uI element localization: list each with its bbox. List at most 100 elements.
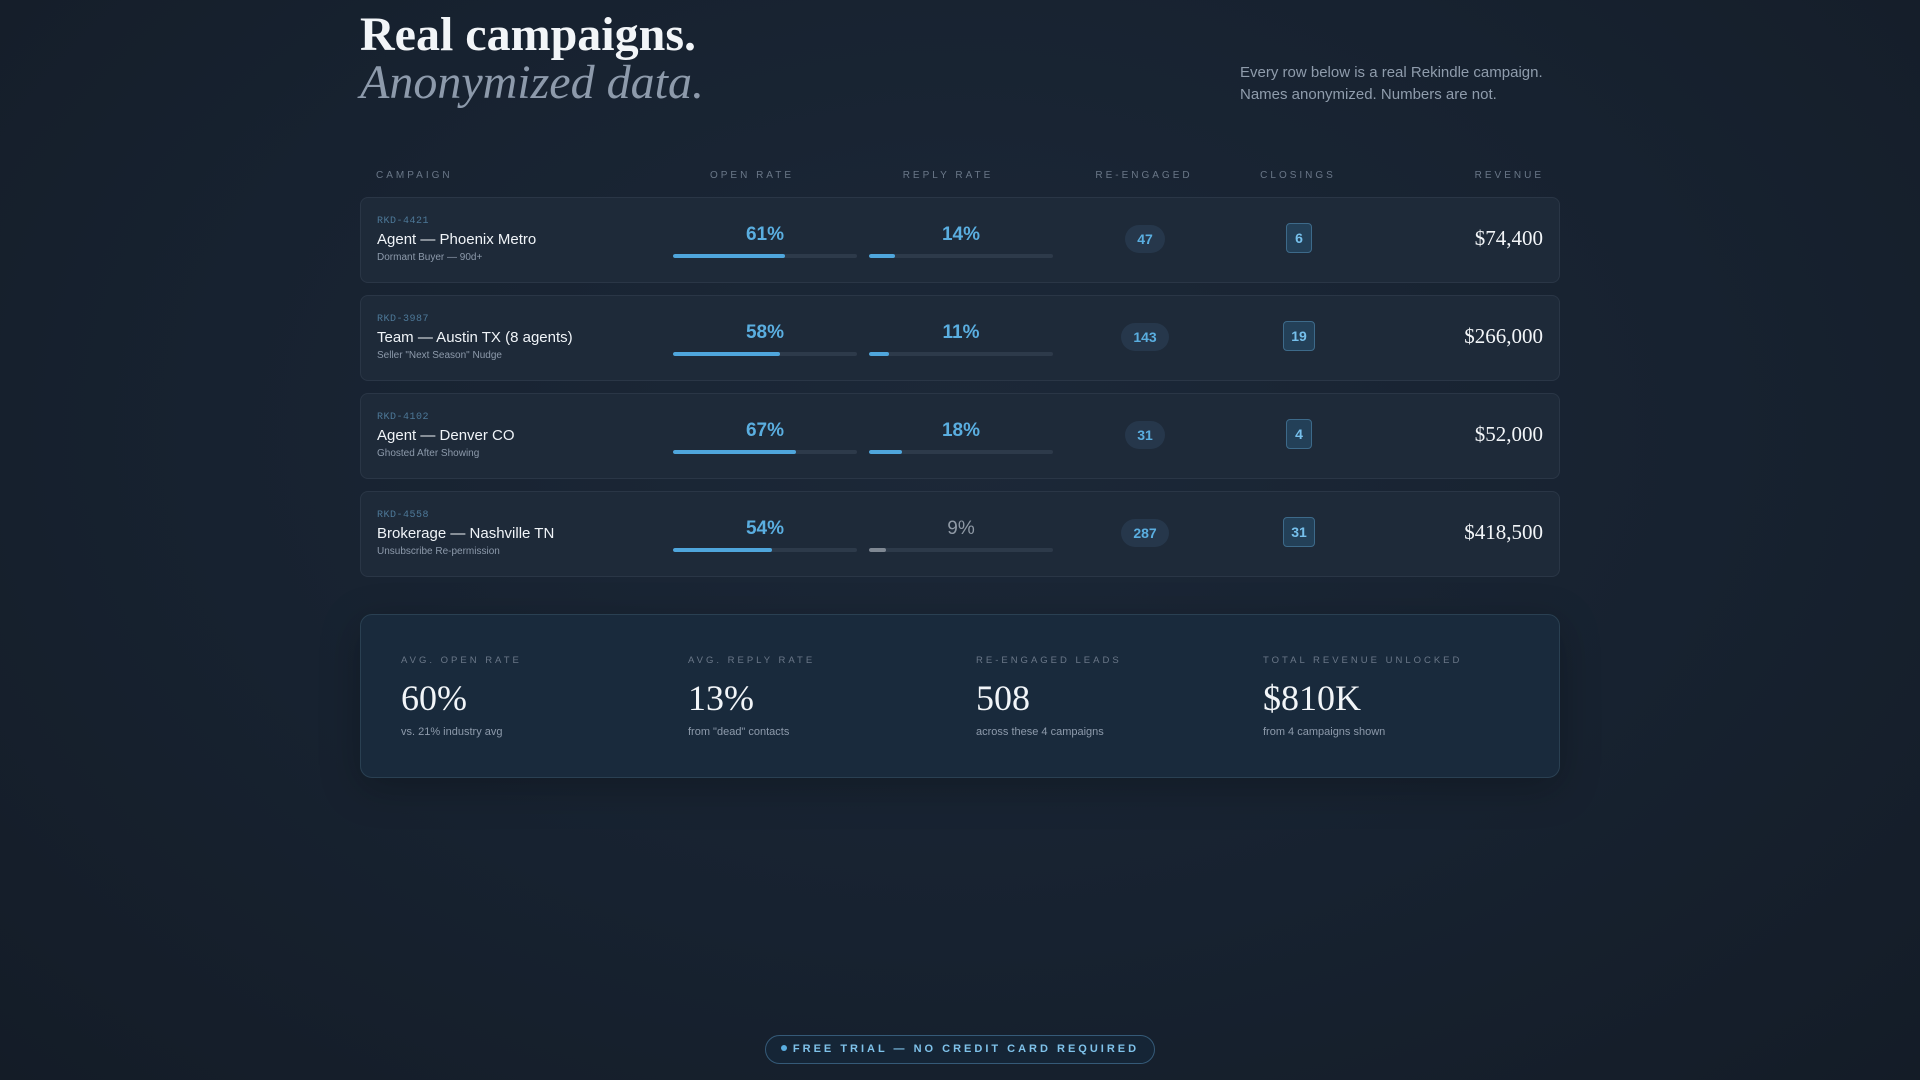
stat-value: 60% <box>401 678 467 718</box>
reply-rate-bar-fill <box>869 352 890 356</box>
open-rate-bar <box>673 548 857 552</box>
header-re-engaged: RE-ENGAGED <box>1095 170 1193 181</box>
reply-rate-bar-fill <box>869 548 886 552</box>
reply-rate-bar <box>869 352 1053 356</box>
closings-badge: 19 <box>1283 321 1315 351</box>
stat-label: AVG. OPEN RATE <box>401 655 522 666</box>
free-trial-label: FREE TRIAL — NO CREDIT CARD REQUIRED <box>792 1043 1140 1055</box>
campaign-id: RKD-3987 <box>377 314 430 325</box>
campaign-id: RKD-4558 <box>377 510 430 521</box>
re-engaged-cell: 31 <box>1065 394 1225 480</box>
hero-description-line: Names anonymized. Numbers are not. <box>1240 86 1497 103</box>
open-rate-bar <box>673 254 857 258</box>
campaign-type: Ghosted After Showing <box>377 448 480 459</box>
status-dot-icon <box>780 1045 787 1052</box>
stat-label: RE-ENGAGED LEADS <box>976 655 1122 666</box>
open-rate-bar-fill <box>673 548 773 552</box>
closings-cell: 31 <box>1219 492 1379 578</box>
open-rate-metric: 58% <box>673 322 857 362</box>
header-campaign: CAMPAIGN <box>376 170 453 181</box>
revenue-value: $418,500 <box>1464 520 1543 544</box>
reply-rate-value: 9% <box>947 518 975 539</box>
re-engaged-cell: 143 <box>1065 296 1225 382</box>
re-engaged-badge: 143 <box>1121 323 1169 351</box>
closings-cell: 6 <box>1219 198 1379 284</box>
hero-title: Real campaigns. <box>360 8 696 61</box>
hero-description: Every row below is a real Rekindle campa… <box>1240 62 1560 106</box>
campaign-type: Seller "Next Season" Nudge <box>377 350 502 361</box>
closings-badge: 31 <box>1283 517 1315 547</box>
revenue-value: $52,000 <box>1474 422 1543 446</box>
page-container: Real campaigns. Anonymized data. Every r… <box>360 0 1560 1080</box>
open-rate-bar-fill <box>673 352 780 356</box>
open-rate-bar-fill <box>673 254 786 258</box>
re-engaged-cell: 47 <box>1065 198 1225 284</box>
reply-rate-metric: 18% <box>869 420 1053 460</box>
revenue-value: $74,400 <box>1474 226 1543 250</box>
summary-panel: AVG. OPEN RATE 60% vs. 21% industry avg … <box>360 614 1560 778</box>
header-open-rate: OPEN RATE <box>709 170 795 181</box>
re-engaged-badge: 47 <box>1125 225 1165 253</box>
header-reply-rate: REPLY RATE <box>902 170 994 181</box>
hero-title-italic: Anonymized data. <box>360 56 704 109</box>
reply-rate-bar-fill <box>869 254 895 258</box>
open-rate-metric: 61% <box>673 224 857 264</box>
hero-description-line: Every row below is a real Rekindle campa… <box>1240 64 1543 81</box>
stat-avg-open-rate: AVG. OPEN RATE 60% vs. 21% industry avg <box>401 655 661 738</box>
campaign-name: Brokerage — Nashville TN <box>377 525 555 542</box>
reply-rate-bar <box>869 254 1053 258</box>
table-header: CAMPAIGN OPEN RATE REPLY RATE RE-ENGAGED… <box>360 170 1560 184</box>
closings-badge: 4 <box>1286 419 1312 449</box>
table-row: RKD-4558 Brokerage — Nashville TN Unsubs… <box>360 491 1560 577</box>
open-rate-value: 58% <box>745 322 785 343</box>
open-rate-bar <box>673 450 857 454</box>
campaign-id: RKD-4102 <box>377 412 430 423</box>
closings-cell: 19 <box>1219 296 1379 382</box>
reply-rate-bar-fill <box>869 450 903 454</box>
open-rate-value: 54% <box>745 518 785 539</box>
closings-cell: 4 <box>1219 394 1379 480</box>
campaign-type: Dormant Buyer — 90d+ <box>377 252 483 263</box>
reply-rate-value: 14% <box>941 224 981 245</box>
reply-rate-bar <box>869 450 1053 454</box>
stat-re-engaged-leads: RE-ENGAGED LEADS 508 across these 4 camp… <box>976 655 1236 738</box>
reply-rate-metric: 9% <box>869 518 1053 558</box>
reply-rate-bar <box>869 548 1053 552</box>
open-rate-bar <box>673 352 857 356</box>
table-row: RKD-4102 Agent — Denver CO Ghosted After… <box>360 393 1560 479</box>
open-rate-metric: 54% <box>673 518 857 558</box>
reply-rate-value: 18% <box>941 420 981 441</box>
stat-value: $810K <box>1263 678 1361 718</box>
stat-note: across these 4 campaigns <box>976 726 1104 738</box>
reply-rate-value: 11% <box>942 322 980 343</box>
reply-rate-metric: 11% <box>869 322 1053 362</box>
open-rate-value: 61% <box>745 224 785 245</box>
stat-total-revenue: TOTAL REVENUE UNLOCKED $810K from 4 camp… <box>1263 655 1523 738</box>
header-closings: CLOSINGS <box>1260 170 1336 181</box>
stat-note: vs. 21% industry avg <box>401 726 503 738</box>
campaign-table: RKD-4421 Agent — Phoenix Metro Dormant B… <box>360 197 1560 589</box>
revenue-value: $266,000 <box>1464 324 1543 348</box>
campaign-type: Unsubscribe Re-permission <box>377 546 500 557</box>
stat-value: 13% <box>688 678 754 718</box>
stat-label: AVG. REPLY RATE <box>688 655 816 666</box>
reply-rate-metric: 14% <box>869 224 1053 264</box>
table-row: RKD-4421 Agent — Phoenix Metro Dormant B… <box>360 197 1560 283</box>
campaign-name: Agent — Phoenix Metro <box>377 231 537 248</box>
re-engaged-badge: 287 <box>1121 519 1169 547</box>
campaign-name: Team — Austin TX (8 agents) <box>377 329 573 346</box>
header-revenue: REVENUE <box>1474 170 1544 181</box>
campaign-name: Agent — Denver CO <box>377 427 515 444</box>
table-row: RKD-3987 Team — Austin TX (8 agents) Sel… <box>360 295 1560 381</box>
free-trial-badge[interactable]: FREE TRIAL — NO CREDIT CARD REQUIRED <box>765 1035 1155 1064</box>
stat-note: from "dead" contacts <box>688 726 790 738</box>
open-rate-value: 67% <box>745 420 785 441</box>
stat-value: 508 <box>976 678 1030 718</box>
stat-label: TOTAL REVENUE UNLOCKED <box>1263 655 1463 666</box>
open-rate-metric: 67% <box>673 420 857 460</box>
open-rate-bar-fill <box>673 450 797 454</box>
re-engaged-badge: 31 <box>1125 421 1165 449</box>
stat-note: from 4 campaigns shown <box>1263 726 1386 738</box>
re-engaged-cell: 287 <box>1065 492 1225 578</box>
stat-avg-reply-rate: AVG. REPLY RATE 13% from "dead" contacts <box>688 655 948 738</box>
